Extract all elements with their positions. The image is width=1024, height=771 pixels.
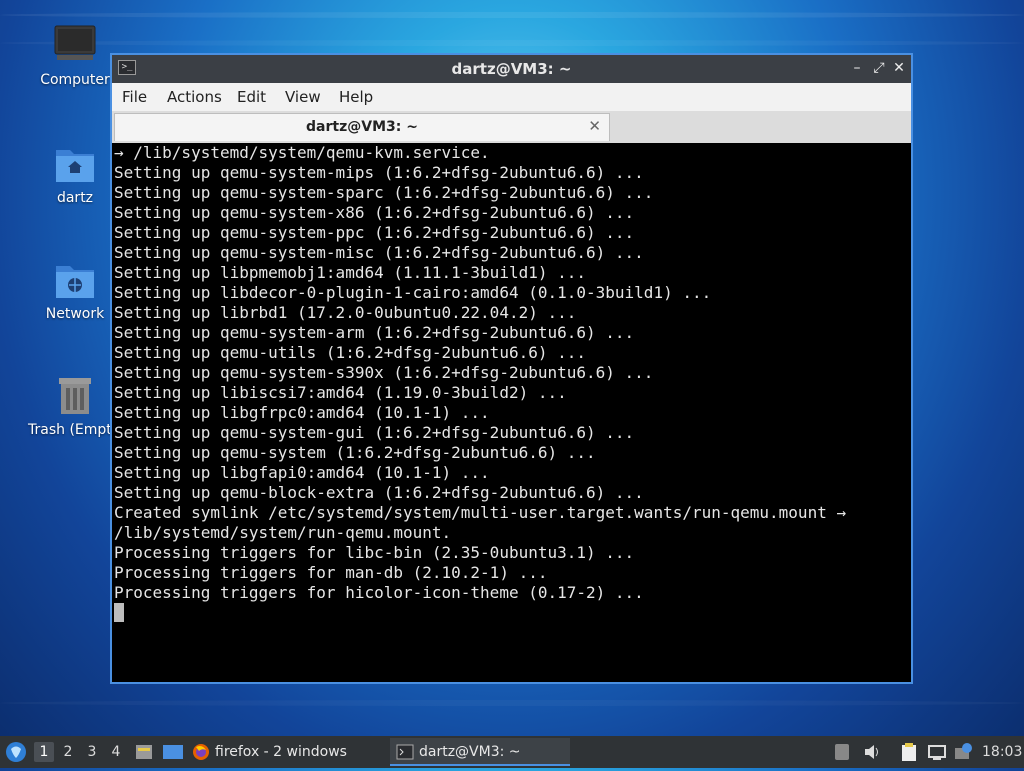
terminal-line: Setting up qemu-block-extra (1:6.2+dfsg-… [114, 483, 644, 502]
clipboard-icon[interactable] [900, 742, 918, 762]
terminal-line: Setting up libdecor-0-plugin-1-cairo:amd… [114, 283, 712, 302]
workspace-3[interactable]: 3 [82, 742, 102, 762]
task-label: firefox - 2 windows [215, 744, 347, 760]
terminal-line: Processing triggers for man-db (2.10.2-1… [114, 563, 548, 582]
terminal-line: Processing triggers for libc-bin (2.35-0… [114, 543, 635, 562]
terminal-line: Setting up qemu-system-gui (1:6.2+dfsg-2… [114, 423, 635, 442]
window-title: dartz@VM3: ~ [451, 60, 572, 78]
tab-bar: dartz@VM3: ~ ✕ [112, 111, 911, 143]
show-desktop-icon[interactable] [162, 742, 184, 762]
terminal-line: Created symlink /etc/systemd/system/mult… [114, 503, 847, 522]
terminal-line: → /lib/systemd/system/qemu-kvm.service. [114, 143, 490, 162]
terminal-line: Setting up libgfrpc0:amd64 (10.1-1) ... [114, 403, 490, 422]
minimize-icon[interactable]: – [847, 58, 867, 78]
clock[interactable]: 18:03 [982, 736, 1022, 768]
tab-label: dartz@VM3: ~ [306, 119, 418, 135]
volume-icon[interactable] [862, 742, 882, 762]
terminal-text: → /lib/systemd/system/qemu-kvm.service. S… [112, 143, 911, 623]
network-icon[interactable] [927, 742, 947, 762]
desktop-icon-label: Trash (Empty) [28, 422, 120, 438]
terminal-cursor [114, 603, 911, 623]
terminal-line: Setting up qemu-system-arm (1:6.2+dfsg-2… [114, 323, 635, 342]
taskbar: 1 2 3 4 firefox - 2 windows dartz@VM3: ~… [0, 736, 1024, 768]
terminal-line: Setting up qemu-utils (1:6.2+dfsg-2ubunt… [114, 343, 587, 362]
workspace-2[interactable]: 2 [58, 742, 78, 762]
network-folder-icon [53, 258, 97, 302]
menu-file[interactable]: File [122, 88, 147, 106]
computer-icon [53, 24, 97, 68]
terminal-line: Setting up libiscsi7:amd64 (1.19.0-3buil… [114, 383, 567, 402]
terminal-line: Setting up librbd1 (17.2.0-0ubuntu0.22.0… [114, 303, 577, 322]
menu-bar: File Actions Edit View Help [112, 83, 911, 111]
wallpaper-wave [0, 700, 1024, 706]
firefox-icon [192, 743, 210, 761]
terminal-line: /lib/systemd/system/run-qemu.mount. [114, 523, 452, 542]
terminal-line: Setting up qemu-system-misc (1:6.2+dfsg-… [114, 243, 644, 262]
task-label: dartz@VM3: ~ [419, 744, 521, 760]
menu-view[interactable]: View [285, 88, 321, 106]
tab-close-icon[interactable]: ✕ [588, 117, 601, 135]
close-icon[interactable]: ✕ [889, 58, 909, 78]
workspace-4[interactable]: 4 [106, 742, 126, 762]
wallpaper-wave [0, 40, 1024, 46]
task-terminal[interactable]: dartz@VM3: ~ [390, 738, 570, 766]
terminal-line: Setting up qemu-system (1:6.2+dfsg-2ubun… [114, 443, 596, 462]
tab-terminal[interactable]: dartz@VM3: ~ ✕ [114, 113, 610, 141]
trash-icon [53, 374, 97, 418]
update-notifier-icon[interactable] [953, 742, 973, 762]
terminal-line: Setting up qemu-system-mips (1:6.2+dfsg-… [114, 163, 644, 182]
home-folder-icon [53, 142, 97, 186]
start-menu-icon[interactable] [5, 741, 27, 763]
maximize-icon[interactable]: ⤢ [869, 58, 889, 78]
terminal-line: Setting up qemu-system-x86 (1:6.2+dfsg-2… [114, 203, 635, 222]
workspace-1[interactable]: 1 [34, 742, 54, 762]
wallpaper-wave [0, 12, 1024, 18]
menu-edit[interactable]: Edit [237, 88, 266, 106]
menu-help[interactable]: Help [339, 88, 373, 106]
menu-actions[interactable]: Actions [167, 88, 222, 106]
terminal-line: Setting up qemu-system-ppc (1:6.2+dfsg-2… [114, 223, 635, 242]
window-titlebar[interactable]: >_ dartz@VM3: ~ – ⤢ ✕ [112, 55, 911, 83]
terminal-line: Setting up qemu-system-s390x (1:6.2+dfsg… [114, 363, 654, 382]
terminal-line: Processing triggers for hicolor-icon-the… [114, 583, 644, 602]
task-firefox[interactable]: firefox - 2 windows [192, 738, 382, 766]
terminal-icon [396, 743, 414, 761]
terminal-output[interactable]: → /lib/systemd/system/qemu-kvm.service. S… [112, 143, 911, 682]
file-manager-icon[interactable] [134, 742, 154, 762]
terminal-line: Setting up libpmemobj1:amd64 (1.11.1-3bu… [114, 263, 587, 282]
terminal-window[interactable]: >_ dartz@VM3: ~ – ⤢ ✕ File Actions Edit … [110, 53, 913, 684]
terminal-line: Setting up qemu-system-sparc (1:6.2+dfsg… [114, 183, 654, 202]
terminal-line: Setting up libgfapi0:amd64 (10.1-1) ... [114, 463, 490, 482]
tray-up-icon[interactable] [835, 744, 849, 760]
